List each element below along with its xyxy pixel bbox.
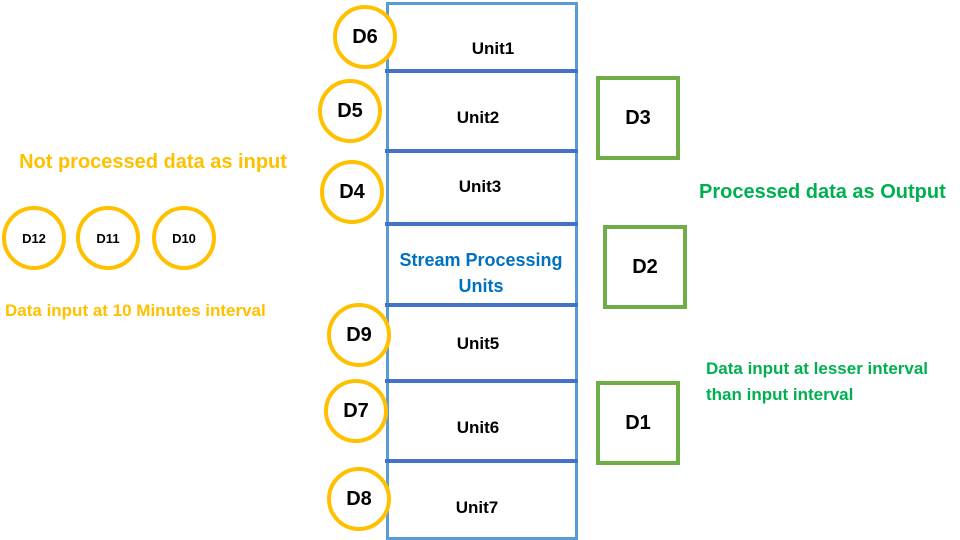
data-circle-d4: D4 [320, 160, 384, 224]
processing-title-line2: Units [458, 276, 504, 296]
unit-1-label: Unit1 [471, 39, 515, 58]
unit-3-label: Unit3 [458, 177, 502, 196]
output-interval-line2: than input interval [706, 385, 854, 404]
data-circle-d11: D11 [76, 206, 140, 270]
data-circle-d12: D12 [2, 206, 66, 270]
unit-divider [385, 459, 578, 463]
output-square-d3: D3 [596, 76, 680, 160]
output-interval-note: Data input at lesser interval than input… [706, 356, 928, 408]
input-title: Not processed data as input [19, 151, 287, 173]
unit-divider [385, 379, 578, 383]
data-circle-d6: D6 [333, 5, 397, 69]
data-circle-d7: D7 [324, 379, 388, 443]
unit-divider [385, 222, 578, 226]
data-circle-d8: D8 [327, 467, 391, 531]
input-interval-note: Data input at 10 Minutes interval [5, 301, 266, 320]
unit-7-label: Unit7 [455, 498, 499, 517]
output-title: Processed data as Output [699, 181, 946, 203]
output-square-d2: D2 [603, 225, 687, 309]
unit-divider [385, 303, 578, 307]
unit-divider [385, 69, 578, 73]
unit-5-label: Unit5 [456, 334, 500, 353]
output-interval-line1: Data input at lesser interval [706, 359, 929, 378]
data-circle-d10: D10 [152, 206, 216, 270]
unit-2-label: Unit2 [456, 108, 500, 127]
data-circle-d9: D9 [327, 303, 391, 367]
unit-6-label: Unit6 [456, 418, 500, 437]
data-circle-d5: D5 [318, 79, 382, 143]
processing-title-line1: Stream Processing [399, 250, 563, 270]
unit-divider [385, 149, 578, 153]
processing-title: Stream Processing Units [386, 247, 576, 299]
output-square-d1: D1 [596, 381, 680, 465]
